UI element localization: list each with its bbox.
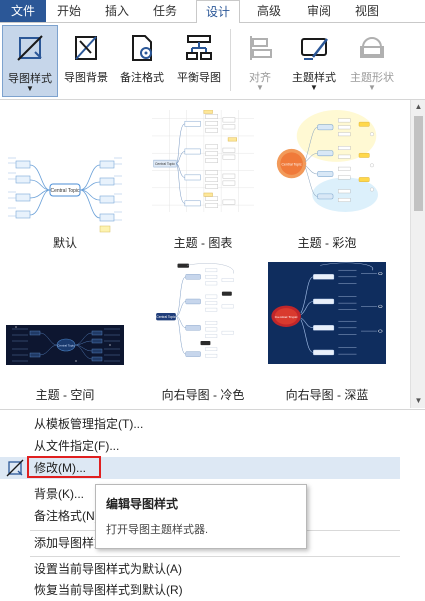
central-topic-text: Central Topic: [275, 315, 298, 318]
note-gear-icon: [132, 35, 152, 61]
topic-shape-icon: [360, 37, 384, 58]
align-button[interactable]: 对齐 ▼: [236, 25, 284, 95]
tab-home[interactable]: 开始: [48, 0, 90, 22]
modify-style-icon: [6, 459, 24, 477]
modify-tooltip: 编辑导图样式 打开导图主题样式器.: [95, 484, 307, 549]
balance-map-icon: [186, 35, 212, 60]
map-background-label: 导图背景: [64, 72, 108, 84]
tooltip-title: 编辑导图样式: [106, 497, 179, 511]
style-caption-right-map-navy: 向右导图 - 深蓝: [285, 388, 369, 402]
map-background-button[interactable]: 导图背景: [60, 25, 112, 95]
central-topic-text: Central Topic: [156, 315, 175, 319]
highlight-box: [27, 456, 101, 478]
style-caption-topic-bubble: 主题 - 彩泡: [297, 236, 357, 250]
align-icon: [250, 36, 272, 60]
menu-item-from-file[interactable]: 从文件指定(F)...: [0, 435, 400, 457]
scrollbar-thumb[interactable]: [414, 116, 423, 211]
ribbon-design: 导图样式 ▼ 导图背景 备注格式 平衡导图 对齐 ▼ 主题样式 ▼ 主题形状 ▼: [0, 23, 425, 100]
style-thumb-topic-bubble[interactable]: Central Topic: [268, 110, 386, 212]
tab-view[interactable]: 视图: [346, 0, 388, 22]
tab-file[interactable]: 文件: [0, 0, 46, 22]
chevron-down-icon: ▼: [256, 83, 264, 92]
note-format-button[interactable]: 备注格式: [115, 25, 169, 95]
topic-style-icon: [301, 38, 328, 60]
style-thumb-default[interactable]: Central Topic: [6, 140, 124, 242]
map-style-icon: [17, 35, 43, 61]
style-thumb-topic-chart[interactable]: Central Topic: [144, 110, 262, 212]
style-caption-right-map-cool: 向右导图 - 冷色: [161, 388, 245, 402]
tab-design[interactable]: 设计: [196, 0, 240, 24]
menu-separator: [30, 556, 400, 557]
chevron-down-icon: ▼: [310, 83, 318, 92]
scroll-down-icon[interactable]: ▼: [411, 394, 425, 408]
chevron-down-icon: ▼: [368, 83, 376, 92]
balance-map-label: 平衡导图: [177, 72, 221, 84]
central-topic-text: Central Topic: [57, 344, 75, 348]
map-style-button[interactable]: 导图样式 ▼: [2, 25, 58, 97]
map-style-gallery: Central Topic 默认 Central Topic 主题 - 图表 C…: [0, 100, 410, 408]
ribbon-tab-bar: 文件 开始 插入 任务 设计 高级 审阅 视图: [0, 0, 425, 24]
tab-advanced[interactable]: 高级: [248, 0, 290, 22]
tooltip-body: 打开导图主题样式器.: [106, 524, 209, 536]
topic-shape-button[interactable]: 主题形状 ▼: [344, 25, 400, 95]
scroll-up-icon[interactable]: ▲: [411, 100, 425, 114]
tab-review[interactable]: 审阅: [298, 0, 340, 22]
central-topic-text: Central Topic: [155, 162, 175, 166]
central-topic-text: Central Topic: [282, 162, 302, 166]
style-thumb-right-map-navy[interactable]: Central Topic: [268, 262, 386, 364]
tab-task[interactable]: 任务: [144, 0, 186, 22]
style-caption-topic-chart: 主题 - 图表: [173, 236, 233, 250]
balance-map-button[interactable]: 平衡导图: [172, 25, 226, 95]
gallery-scrollbar[interactable]: ▲ ▼: [410, 100, 425, 408]
topic-style-button[interactable]: 主题样式 ▼: [286, 25, 342, 95]
menu-item-restore-default[interactable]: 恢复当前导图样式到默认(R): [0, 579, 400, 601]
chevron-down-icon: ▼: [26, 84, 34, 93]
style-thumb-topic-space[interactable]: Central Topic: [6, 294, 124, 396]
central-topic-text: Central Topic: [50, 188, 80, 194]
menu-item-set-default[interactable]: 设置当前导图样式为默认(A): [0, 558, 400, 580]
ribbon-separator: [230, 29, 231, 91]
menu-item-from-template[interactable]: 从模板管理指定(T)...: [0, 413, 400, 435]
style-caption-topic-space: 主题 - 空间: [35, 388, 95, 402]
note-format-label: 备注格式: [120, 72, 164, 84]
tab-insert[interactable]: 插入: [96, 0, 138, 22]
style-thumb-right-map-cool[interactable]: Central Topic: [144, 262, 262, 364]
map-background-icon: [75, 36, 97, 60]
style-caption-default: 默认: [52, 236, 77, 250]
